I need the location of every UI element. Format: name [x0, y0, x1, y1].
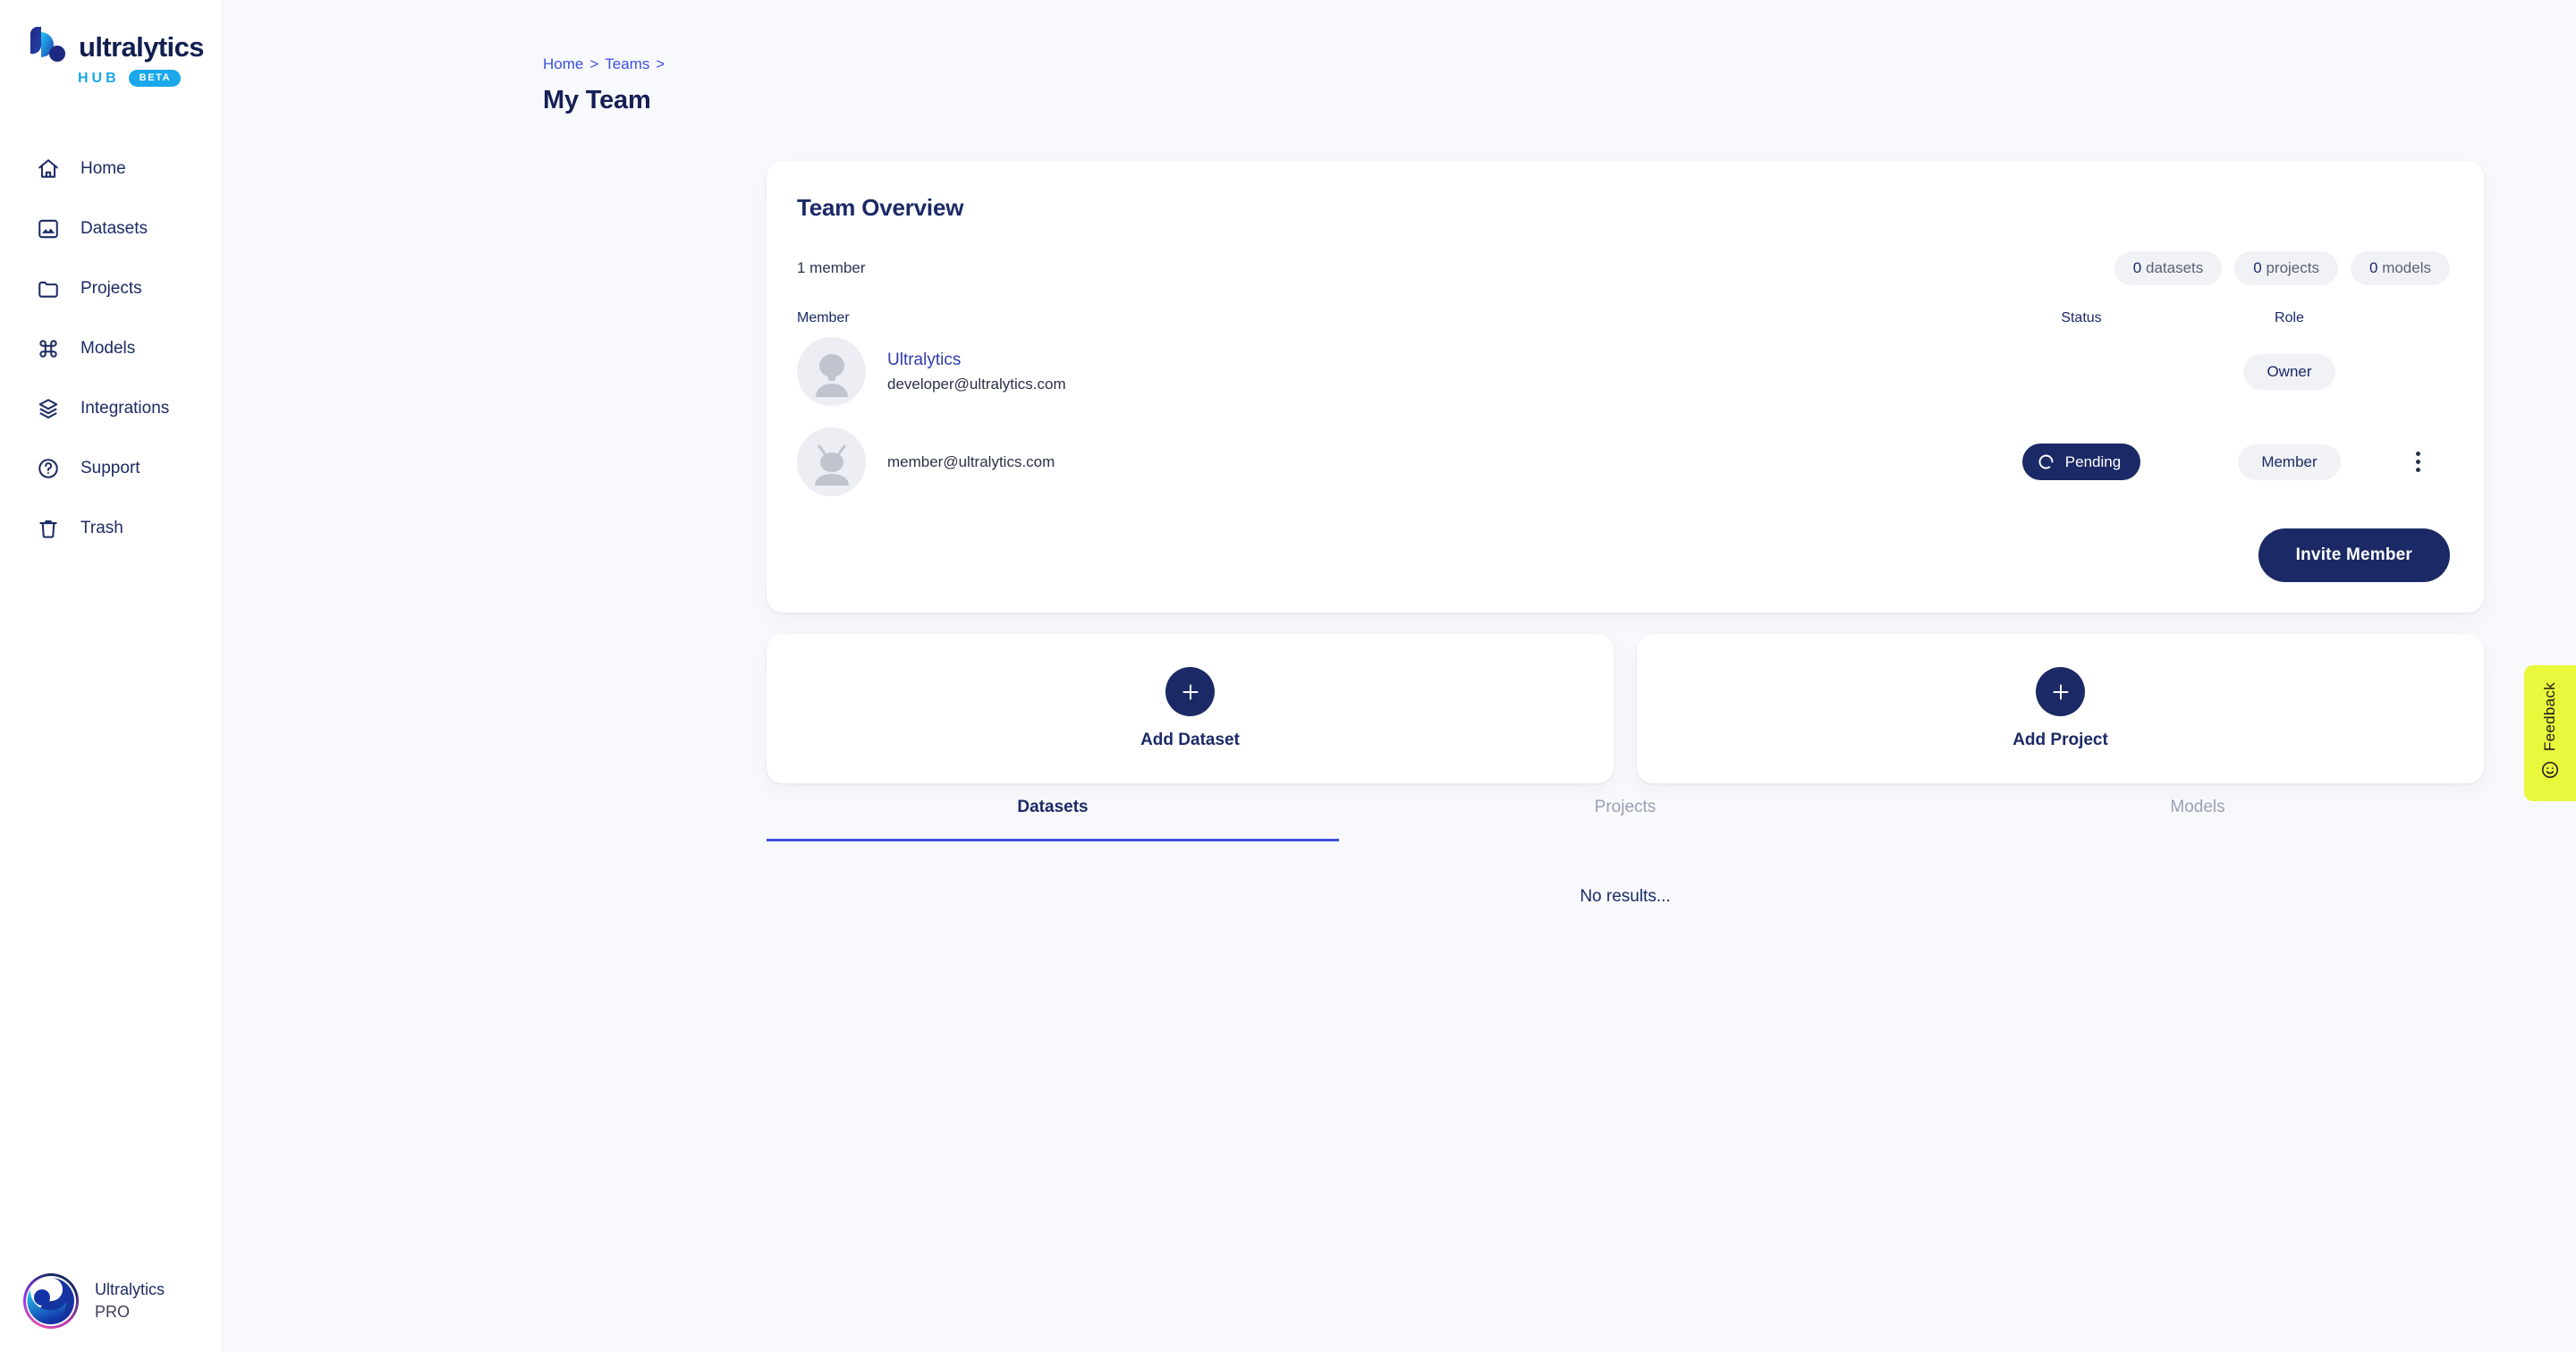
smiley-icon: [2540, 760, 2560, 784]
member-email: member@ultralytics.com: [887, 452, 1055, 470]
status-badge-label: Pending: [2064, 452, 2122, 470]
sidebar-item-home[interactable]: Home: [0, 139, 222, 199]
more-vertical-icon: [2415, 452, 2420, 472]
question-circle-icon: [36, 456, 61, 481]
member-name[interactable]: Ultralytics: [887, 351, 1066, 370]
breadcrumb: Home > Teams >: [543, 55, 2576, 73]
status-cell: Pending: [1970, 444, 2193, 480]
add-dataset-label: Add Dataset: [1140, 731, 1240, 749]
member-email: developer@ultralytics.com: [887, 375, 1066, 393]
sidebar-item-label: Integrations: [80, 398, 170, 418]
add-project-card[interactable]: Add Project: [1637, 634, 2484, 783]
avatar: [23, 1273, 79, 1329]
logo[interactable]: ultralytics HUB BETA: [0, 0, 222, 87]
logo-beta-badge: BETA: [128, 70, 182, 87]
table-row: member@ultralytics.com Pending Member: [797, 417, 2450, 507]
sidebar-item-datasets[interactable]: Datasets: [0, 199, 222, 258]
feedback-tab[interactable]: Feedback: [2524, 665, 2576, 801]
stat-chip-label: datasets: [2145, 259, 2204, 276]
role-badge: Owner: [2243, 353, 2335, 390]
sidebar-item-label: Support: [80, 458, 140, 477]
sidebar-item-label: Home: [80, 158, 126, 178]
stat-chip-label: models: [2382, 259, 2431, 276]
role-cell: Member: [2193, 444, 2385, 480]
tab-models[interactable]: Models: [1911, 798, 2484, 841]
page-header: Home > Teams > My Team: [223, 0, 2576, 115]
sidebar-nav: Home Datasets Projects Models Integratio…: [0, 139, 222, 558]
sidebar-item-integrations[interactable]: Integrations: [0, 378, 222, 438]
app-root: ultralytics HUB BETA Home Datasets Proje…: [0, 0, 2576, 1352]
sidebar-item-label: Datasets: [80, 218, 148, 238]
member-cell: member@ultralytics.com: [797, 427, 1970, 496]
stat-chip-models[interactable]: 0 models: [2350, 251, 2450, 285]
add-dataset-card[interactable]: Add Dataset: [767, 634, 1614, 783]
team-overview-title: Team Overview: [797, 194, 964, 221]
invite-row: Invite Member: [797, 528, 2450, 582]
sidebar-item-label: Models: [80, 338, 136, 358]
status-badge: Pending: [2021, 444, 2141, 480]
breadcrumb-separator: >: [656, 55, 665, 72]
stat-chip-projects[interactable]: 0 projects: [2234, 251, 2338, 285]
folder-icon: [36, 276, 61, 301]
user-profile[interactable]: Ultralytics PRO: [0, 1273, 223, 1329]
member-count: 1 member: [797, 259, 866, 276]
column-header-status: Status: [2061, 310, 2102, 325]
column-header-role: Role: [2275, 310, 2304, 325]
profile-name: Ultralytics: [95, 1280, 165, 1298]
stat-chip-value: 0: [2253, 259, 2262, 276]
team-overview-card: Team Overview 1 member 0 datasets 0 proj…: [767, 161, 2484, 613]
row-actions-menu-button[interactable]: [2385, 452, 2450, 472]
image-icon: [36, 216, 61, 241]
command-icon: [36, 336, 61, 361]
member-avatar-icon: [797, 427, 866, 496]
empty-state-message: No results...: [1580, 887, 1671, 906]
loading-spinner-icon: [2037, 452, 2055, 471]
members-table-header: Member Status Role: [797, 310, 2450, 326]
logo-wordmark: ultralytics: [79, 30, 204, 63]
sidebar: ultralytics HUB BETA Home Datasets Proje…: [0, 0, 223, 1352]
layers-icon: [36, 396, 61, 421]
content-column: Team Overview 1 member 0 datasets 0 proj…: [767, 161, 2484, 907]
breadcrumb-teams[interactable]: Teams: [605, 55, 649, 73]
sidebar-item-projects[interactable]: Projects: [0, 258, 222, 318]
ultralytics-logo-icon: [27, 27, 68, 66]
sidebar-item-label: Trash: [80, 518, 123, 537]
breadcrumb-separator: >: [589, 55, 599, 72]
member-avatar-icon: [797, 337, 866, 406]
member-cell: Ultralytics developer@ultralytics.com: [797, 337, 1970, 406]
plus-icon: [2036, 667, 2085, 716]
home-icon: [36, 156, 61, 182]
trash-icon: [36, 516, 61, 541]
stat-chip-datasets[interactable]: 0 datasets: [2114, 251, 2223, 285]
add-cards-row: Add Dataset Add Project: [767, 634, 2484, 783]
breadcrumb-home[interactable]: Home: [543, 55, 583, 73]
invite-member-button[interactable]: Invite Member: [2258, 528, 2450, 582]
profile-plan: PRO: [95, 1303, 131, 1321]
feedback-label: Feedback: [2541, 681, 2558, 752]
sidebar-item-label: Projects: [80, 278, 142, 298]
page-title: My Team: [543, 86, 651, 114]
tab-datasets[interactable]: Datasets: [767, 798, 1339, 841]
column-header-member: Member: [797, 310, 850, 325]
content-tabs: Datasets Projects Models: [767, 798, 2484, 841]
ultralytics-avatar-icon: [27, 1278, 74, 1325]
main-content: Home > Teams > My Team Team Overview 1 m…: [223, 0, 2576, 1352]
tab-projects[interactable]: Projects: [1339, 798, 1911, 841]
role-badge[interactable]: Member: [2238, 444, 2341, 480]
logo-hub-text: HUB: [78, 70, 120, 86]
sidebar-item-trash[interactable]: Trash: [0, 498, 222, 558]
plus-icon: [1165, 667, 1215, 716]
add-project-label: Add Project: [2012, 731, 2108, 749]
sidebar-item-models[interactable]: Models: [0, 318, 222, 378]
team-meta-row: 1 member 0 datasets 0 projects 0 models: [797, 251, 2450, 285]
stat-chip-label: projects: [2266, 259, 2319, 276]
stat-chip-value: 0: [2368, 259, 2378, 276]
sidebar-item-support[interactable]: Support: [0, 438, 222, 498]
role-cell: Owner: [2193, 353, 2385, 390]
stat-chip-value: 0: [2132, 259, 2142, 276]
stat-chips: 0 datasets 0 projects 0 models: [2114, 251, 2450, 285]
table-row: Ultralytics developer@ultralytics.com Ow…: [797, 326, 2450, 417]
